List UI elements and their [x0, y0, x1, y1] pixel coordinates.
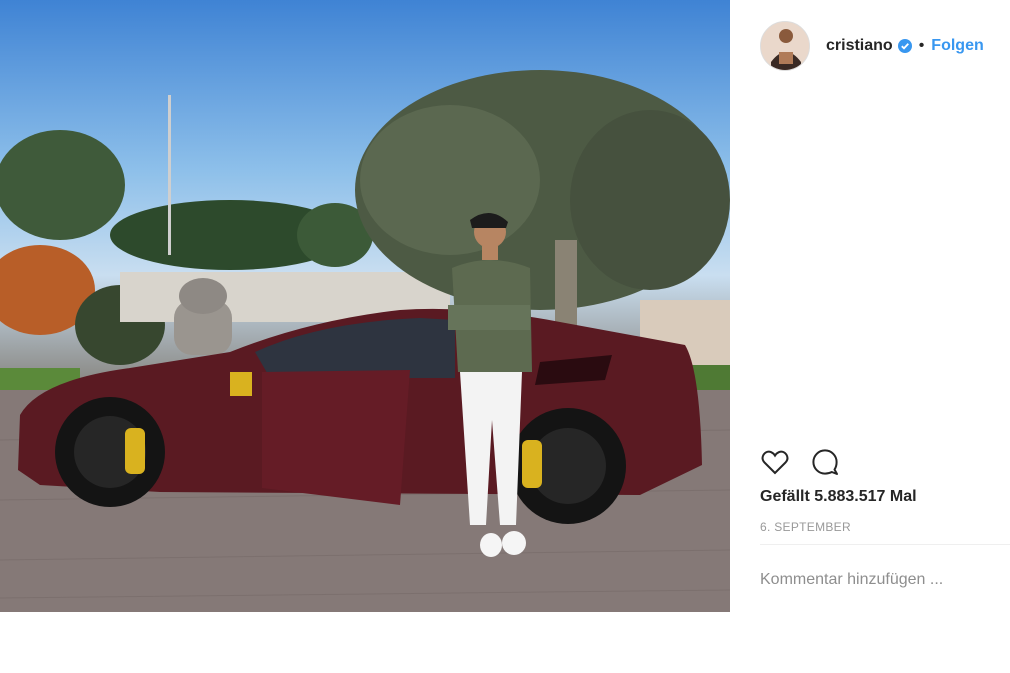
avatar-image	[761, 22, 809, 70]
separator-dot: •	[918, 37, 925, 54]
post-header: cristiano • Folgen	[760, 20, 1010, 72]
heart-icon[interactable]	[760, 447, 790, 477]
verified-badge-icon	[897, 39, 912, 53]
comment-input[interactable]	[760, 568, 1000, 592]
action-bar	[760, 447, 860, 477]
divider	[760, 544, 1010, 545]
post-date: 6. SEPTEMBER	[760, 520, 851, 534]
username-link[interactable]: cristiano	[826, 37, 893, 55]
post-photo[interactable]	[0, 0, 730, 612]
likes-count[interactable]: Gefällt 5.883.517 Mal	[760, 488, 917, 506]
avatar[interactable]	[760, 21, 810, 71]
photo-scene	[0, 70, 730, 612]
follow-button[interactable]: Folgen	[931, 37, 983, 55]
comment-bubble-icon[interactable]	[810, 447, 840, 477]
